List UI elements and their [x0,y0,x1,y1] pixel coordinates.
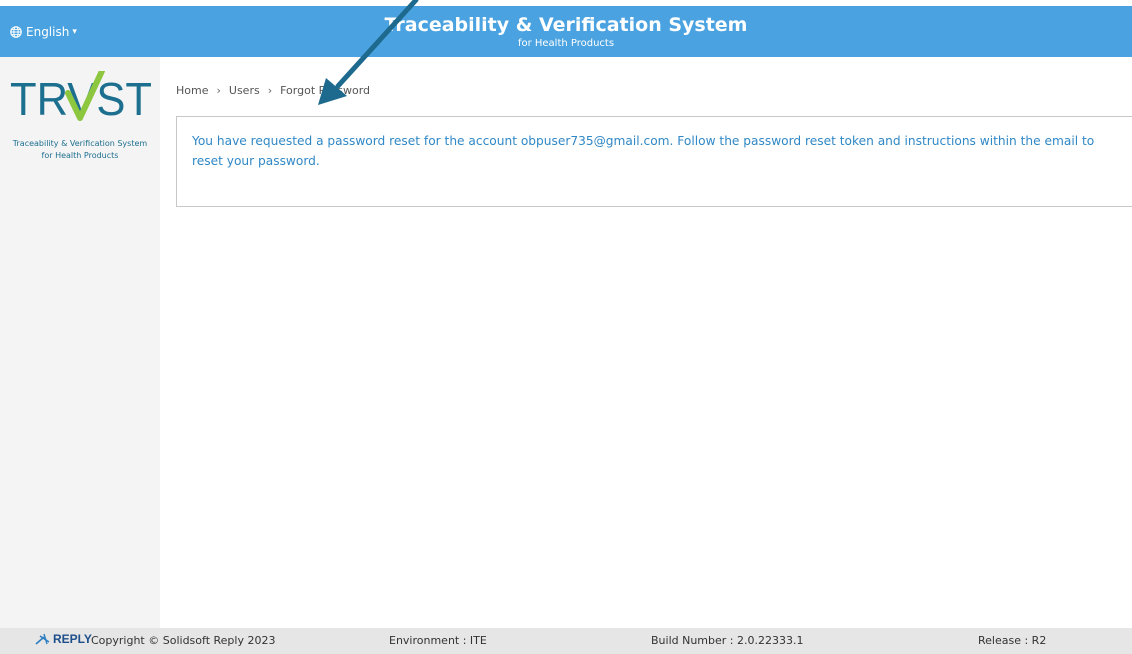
reply-brand: REPLY [53,632,92,646]
trvst-logo[interactable]: TRVST [8,71,154,121]
chevron-right-icon: › [267,84,273,97]
alert-message: You have requested a password reset for … [192,134,1095,168]
reply-logo-icon [35,633,50,645]
footer-release: Release : R2 [978,634,1047,647]
password-reset-alert: You have requested a password reset for … [176,116,1132,207]
chevron-right-icon: › [216,84,221,97]
footer-environment: Environment : ITE [389,634,487,647]
site-subtitle: for Health Products [517,38,615,49]
breadcrumb: Home › Users › Forgot Password [176,84,370,97]
top-header: English ▾ Traceability & Verification Sy… [0,6,1132,57]
breadcrumb-current: Forgot Password [280,84,371,97]
sidebar: TRVST Traceability & Verification System… [0,57,160,628]
breadcrumb-users[interactable]: Users [229,84,260,97]
breadcrumb-home[interactable]: Home [176,84,208,97]
annotation-arrow-icon [318,0,419,105]
logo-tagline-line2: for Health Products [41,151,119,160]
footer-build-number: Build Number : 2.0.22333.1 [651,634,804,647]
footer: REPLY Copyright © Solidsoft Reply 2023 E… [0,628,1132,654]
reply-logo: REPLY [35,632,92,646]
logo-tagline-line1: Traceability & Verification System [12,139,148,148]
site-title: Traceability & Verification System [384,14,748,36]
footer-copyright: Copyright © Solidsoft Reply 2023 [91,634,276,647]
